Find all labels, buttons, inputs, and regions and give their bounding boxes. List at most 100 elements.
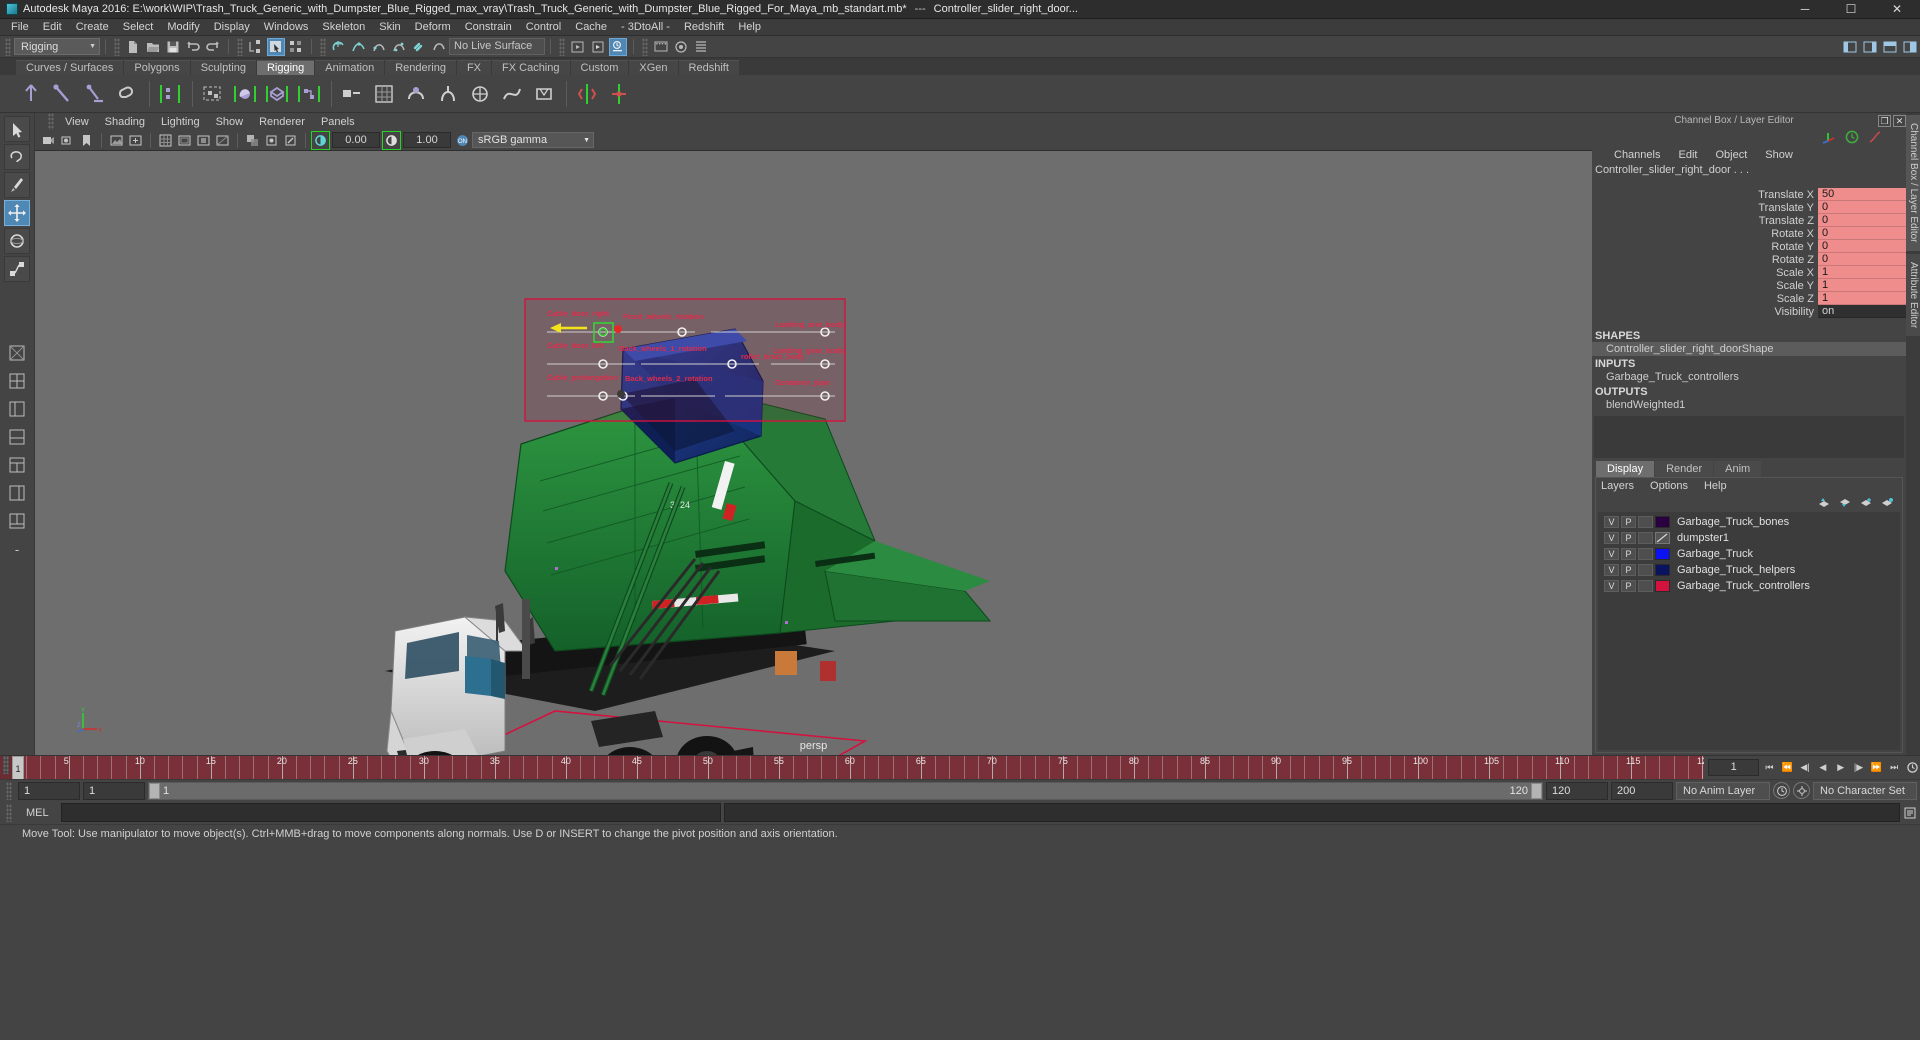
play-forwards-button[interactable]: ▶ [1833, 759, 1849, 776]
layer-type-toggle[interactable] [1638, 532, 1653, 544]
layer-visibility-toggle[interactable]: V [1604, 548, 1619, 560]
two-d-pan-zoom-icon[interactable] [127, 132, 144, 149]
shelf-tab-curves-surfaces[interactable]: Curves / Surfaces [16, 60, 124, 75]
step-forward-frame-button[interactable]: |▶ [1851, 759, 1867, 776]
channel-menu-channels[interactable]: Channels [1614, 149, 1660, 161]
layer-color-swatch[interactable] [1655, 548, 1670, 560]
layer-type-toggle[interactable] [1638, 564, 1653, 576]
new-layer-icon[interactable] [1860, 497, 1873, 508]
go-to-start-button[interactable]: ⏮ [1761, 759, 1777, 776]
select-tool-button[interactable] [4, 116, 30, 142]
snap-to-grid-icon[interactable] [330, 38, 348, 56]
animation-start-field[interactable]: 1 [18, 781, 80, 800]
resolution-gate-icon[interactable] [195, 132, 212, 149]
bind-skin-icon[interactable] [155, 79, 185, 109]
tab-anim[interactable]: Anim [1714, 461, 1762, 477]
range-end-handle[interactable] [1531, 782, 1542, 799]
grid-toggle-icon[interactable] [157, 132, 174, 149]
open-render-view-icon[interactable] [569, 38, 587, 56]
persp-outliner-layout-button[interactable] [4, 480, 30, 506]
layer-menu-help[interactable]: Help [1704, 480, 1727, 492]
select-component-icon[interactable] [287, 38, 305, 56]
camera-attributes-icon[interactable] [59, 132, 76, 149]
layer-row[interactable]: V P Garbage_Truck_bones [1598, 514, 1900, 530]
menu-redshift[interactable]: Redshift [677, 19, 731, 36]
select-hierarchy-icon[interactable] [247, 38, 265, 56]
new-scene-icon[interactable] [124, 38, 142, 56]
hypershade-layout-button[interactable] [4, 452, 30, 478]
persp-graph-layout-button[interactable] [4, 424, 30, 450]
minimize-button[interactable]: ─ [1782, 0, 1828, 19]
close-button[interactable]: ✕ [1874, 0, 1920, 19]
attribute-editor-toggle-icon[interactable] [1901, 38, 1919, 56]
render-current-frame-icon[interactable] [589, 38, 607, 56]
attribute-row-rotate-y[interactable]: Rotate Y 0 [1592, 240, 1906, 253]
layer-name[interactable]: Garbage_Truck_bones [1672, 516, 1789, 528]
attribute-value[interactable]: 1 [1818, 292, 1906, 305]
go-to-end-button[interactable]: ⏭ [1886, 759, 1902, 776]
shelf-tab-polygons[interactable]: Polygons [124, 60, 190, 75]
interactive-bind-icon[interactable] [198, 79, 228, 109]
range-start-field[interactable]: 1 [83, 781, 145, 800]
attribute-value[interactable]: 0 [1818, 214, 1906, 227]
play-backwards-button[interactable]: ◀ [1815, 759, 1831, 776]
scale-tool-button[interactable] [4, 256, 30, 282]
xray-joints-icon[interactable] [263, 132, 280, 149]
exposure-field[interactable]: 0.00 [332, 132, 380, 148]
create-ik-spline-icon[interactable] [80, 79, 110, 109]
snap-to-projected-center-icon[interactable] [390, 38, 408, 56]
attribute-row-translate-z[interactable]: Translate Z 0 [1592, 214, 1906, 227]
shelf-tab-rendering[interactable]: Rendering [385, 60, 456, 75]
step-forward-key-button[interactable]: ⏩ [1868, 759, 1884, 776]
wire-tool-icon[interactable] [497, 79, 527, 109]
new-layer-from-selection-icon[interactable] [1881, 497, 1894, 508]
film-gate-toggle-icon[interactable] [176, 132, 193, 149]
gamma-field[interactable]: 1.00 [403, 132, 451, 148]
attribute-row-scale-z[interactable]: Scale Z 1 [1592, 292, 1906, 305]
current-frame-field[interactable]: 1 [1708, 759, 1760, 776]
attribute-value[interactable]: on [1818, 305, 1906, 318]
viewport-grip[interactable] [48, 112, 54, 131]
lasso-tool-button[interactable] [4, 144, 30, 170]
attribute-row-translate-x[interactable]: Translate X 50 [1592, 188, 1906, 201]
attribute-row-rotate-x[interactable]: Rotate X 0 [1592, 227, 1906, 240]
create-joint-icon[interactable] [16, 79, 46, 109]
menu-windows[interactable]: Windows [257, 19, 316, 36]
dock-tab-attribute-editor[interactable]: Attribute Editor [1906, 253, 1920, 336]
layer-menu-options[interactable]: Options [1650, 480, 1688, 492]
snap-to-curve-icon[interactable] [350, 38, 368, 56]
snap-to-point-icon[interactable] [370, 38, 388, 56]
anim-layer-selector[interactable]: No Anim Layer [1676, 781, 1770, 800]
layer-playback-toggle[interactable]: P [1621, 548, 1636, 560]
toolbar-grip[interactable] [559, 37, 565, 56]
layer-name[interactable]: Garbage_Truck [1672, 548, 1753, 560]
menu-cache[interactable]: Cache [568, 19, 614, 36]
create-ik-handle-icon[interactable] [48, 79, 78, 109]
four-view-layout-button[interactable] [4, 368, 30, 394]
layer-color-swatch[interactable] [1655, 564, 1670, 576]
menu-skin[interactable]: Skin [372, 19, 407, 36]
select-object-icon[interactable] [267, 37, 285, 56]
attribute-row-rotate-z[interactable]: Rotate Z 0 [1592, 253, 1906, 266]
layer-playback-toggle[interactable]: P [1621, 532, 1636, 544]
move-layer-down-icon[interactable] [1839, 497, 1852, 508]
layer-name[interactable]: dumpster1 [1672, 532, 1729, 544]
range-start-handle[interactable] [149, 782, 160, 799]
menu-modify[interactable]: Modify [160, 19, 206, 36]
select-camera-icon[interactable] [40, 132, 57, 149]
menu-select[interactable]: Select [116, 19, 161, 36]
shelf-tab-rigging[interactable]: Rigging [256, 60, 315, 75]
timeline-grip[interactable] [3, 756, 9, 774]
xray-active-components-icon[interactable] [282, 132, 299, 149]
viewport-menu-shading[interactable]: Shading [97, 116, 153, 128]
layer-visibility-toggle[interactable]: V [1604, 516, 1619, 528]
layer-visibility-toggle[interactable]: V [1604, 532, 1619, 544]
attribute-row-visibility[interactable]: Visibility on [1592, 305, 1906, 318]
attribute-value[interactable]: 0 [1818, 227, 1906, 240]
wrap-deformer-icon[interactable] [465, 79, 495, 109]
layer-color-swatch[interactable] [1655, 516, 1670, 528]
snap-to-view-plane-icon[interactable] [410, 38, 428, 56]
color-management-toggle-icon[interactable]: ON [454, 132, 471, 149]
more-layouts-button[interactable]: - [4, 536, 30, 562]
paint-selection-tool-button[interactable] [4, 172, 30, 198]
